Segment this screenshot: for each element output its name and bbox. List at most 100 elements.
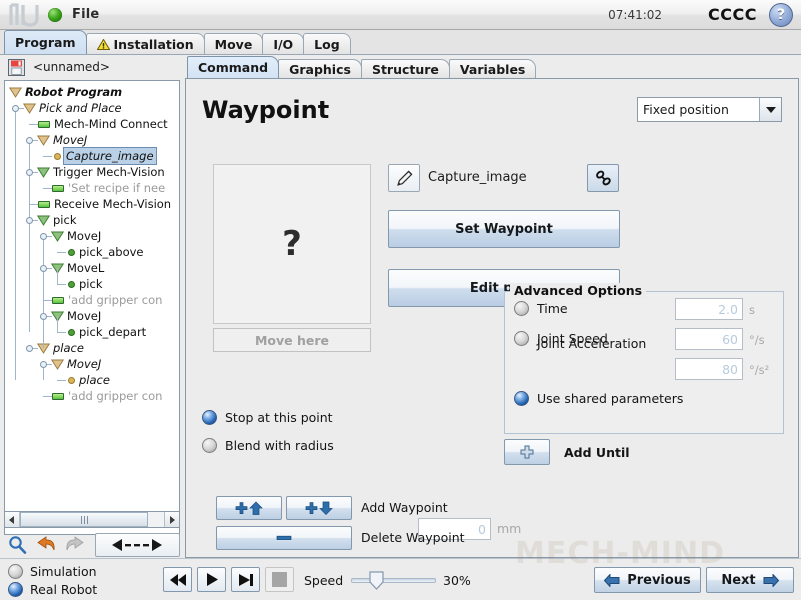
tree-item[interactable]: MoveJ	[9, 228, 179, 244]
tree-item[interactable]: MoveJ	[9, 308, 179, 324]
scroll-track[interactable]	[20, 512, 164, 527]
tan-triangle-icon[interactable]	[9, 87, 22, 98]
tree-item[interactable]: Capture_image	[9, 147, 179, 165]
pencil-edit-icon[interactable]	[388, 164, 420, 192]
tree-expander-icon[interactable]	[26, 217, 33, 224]
floppy-disk-icon[interactable]	[8, 58, 25, 76]
tree-item[interactable]: 'Set recipe if nee	[9, 180, 179, 196]
tree-expander-icon[interactable]	[26, 345, 33, 352]
chevron-down-icon[interactable]	[759, 98, 781, 121]
green-triangle-icon[interactable]	[37, 167, 50, 178]
tan-triangle-icon[interactable]	[51, 359, 64, 370]
tab-command[interactable]: Command	[187, 56, 280, 78]
blend-with-radius-radio-row[interactable]: Blend with radius	[202, 438, 334, 453]
tab-structure[interactable]: Structure	[360, 59, 450, 78]
step-left-right-icon[interactable]	[94, 533, 181, 557]
joint-acceleration-unit: °/s²	[749, 363, 770, 377]
chain-link-icon[interactable]	[587, 164, 619, 192]
set-waypoint-button[interactable]: Set Waypoint	[388, 210, 620, 248]
stop-at-point-radio[interactable]	[202, 410, 217, 425]
waypoint-name: Capture_image	[428, 170, 527, 185]
tree-connector	[43, 300, 52, 301]
tree-expander-icon[interactable]	[40, 313, 47, 320]
undo-arrow-icon[interactable]	[33, 533, 59, 557]
time-input[interactable]: 2.0	[675, 298, 743, 320]
joint-speed-radio[interactable]	[514, 331, 529, 346]
tree-item[interactable]: 'add gripper con	[9, 292, 179, 308]
tab-log-label: Log	[314, 36, 340, 52]
tan-triangle-icon[interactable]	[37, 135, 50, 146]
tab-program-label: Program	[15, 35, 76, 50]
tab-graphics[interactable]: Graphics	[278, 59, 362, 78]
tab-log[interactable]: Log	[303, 33, 351, 54]
tree-item[interactable]: pick_above	[9, 244, 179, 260]
scroll-left-arrow-icon[interactable]	[5, 512, 20, 527]
redo-arrow-icon[interactable]	[62, 533, 88, 557]
simulation-radio[interactable]	[8, 563, 23, 579]
speed-slider-track[interactable]	[351, 578, 436, 583]
real-robot-radio[interactable]	[8, 581, 23, 597]
joint-acceleration-input[interactable]: 80	[675, 358, 743, 380]
question-mark-help-icon[interactable]: ?	[769, 2, 793, 27]
tree-expander-icon[interactable]	[26, 169, 33, 176]
tan-triangle-icon[interactable]	[23, 103, 36, 114]
main-tab-bar: Program Installation Move I/O Log	[0, 30, 801, 55]
tab-installation-label: Installation	[113, 36, 194, 52]
stop-at-point-radio-row[interactable]: Stop at this point	[202, 410, 333, 425]
tree-expander-icon[interactable]	[40, 361, 47, 368]
tab-move-label: Move	[214, 36, 253, 52]
tree-connector	[29, 204, 38, 205]
tree-item[interactable]: pick_depart	[9, 324, 179, 340]
tree-connector	[43, 236, 44, 348]
tab-installation[interactable]: Installation	[85, 33, 205, 54]
magnifier-icon[interactable]	[4, 533, 30, 557]
tree-item-label: Capture_image	[63, 147, 157, 165]
use-shared-parameters-radio[interactable]	[514, 391, 529, 406]
step-forward-button[interactable]	[231, 567, 260, 592]
green-dot-icon	[68, 328, 75, 336]
add-waypoint-before-button[interactable]	[216, 496, 282, 520]
blend-with-radius-radio[interactable]	[202, 438, 217, 453]
tree-expander-icon[interactable]	[26, 137, 33, 144]
simulation-radio-row[interactable]: Simulation	[8, 562, 97, 580]
tree-horizontal-scrollbar[interactable]	[4, 511, 180, 528]
tab-program[interactable]: Program	[4, 30, 87, 54]
add-until-button[interactable]	[504, 439, 550, 465]
real-robot-radio-row[interactable]: Real Robot	[8, 580, 97, 598]
tree-item[interactable]: pick	[9, 276, 179, 292]
tree-item[interactable]: place	[9, 372, 179, 388]
scroll-right-arrow-icon[interactable]	[164, 512, 179, 527]
program-tree[interactable]: Robot Program Pick and Place Mech-Mind Con…	[4, 80, 180, 535]
tree-item[interactable]: Pick and Place	[9, 100, 179, 116]
play-button[interactable]	[197, 567, 226, 592]
speed-slider-knob[interactable]	[369, 571, 384, 590]
previous-button[interactable]: Previous	[594, 567, 701, 593]
time-radio[interactable]	[514, 301, 529, 316]
scroll-thumb[interactable]	[20, 512, 148, 527]
green-triangle-icon[interactable]	[37, 215, 50, 226]
tree-expander-icon[interactable]	[40, 265, 47, 272]
use-shared-parameters-radio-row[interactable]: Use shared parameters	[514, 391, 683, 406]
tree-item[interactable]: MoveJ	[9, 356, 179, 372]
rewind-to-start-button[interactable]	[163, 567, 192, 592]
green-triangle-icon[interactable]	[51, 231, 64, 242]
position-mode-value: Fixed position	[643, 102, 729, 117]
delete-waypoint-button[interactable]	[216, 526, 352, 550]
tree-item[interactable]: MoveL	[9, 260, 179, 276]
tree-item[interactable]: Robot Program	[9, 84, 179, 100]
tab-variables[interactable]: Variables	[448, 59, 537, 78]
position-mode-select[interactable]: Fixed position	[637, 97, 782, 122]
time-radio-row[interactable]: Time	[514, 301, 568, 316]
tree-expander-icon[interactable]	[12, 105, 19, 112]
move-here-button[interactable]: Move here	[213, 328, 371, 352]
tree-item[interactable]: 'add gripper con	[9, 388, 179, 404]
tab-move[interactable]: Move	[203, 33, 264, 54]
joint-speed-input[interactable]: 60	[675, 328, 743, 350]
add-waypoint-after-button[interactable]	[286, 496, 352, 520]
next-button[interactable]: Next	[706, 567, 794, 593]
command-panel: Command Graphics Structure Variables Way…	[185, 56, 799, 558]
tree-expander-icon[interactable]	[40, 233, 47, 240]
tab-io[interactable]: I/O	[262, 33, 305, 54]
file-menu[interactable]: File	[72, 7, 99, 22]
stop-button[interactable]	[265, 567, 294, 592]
